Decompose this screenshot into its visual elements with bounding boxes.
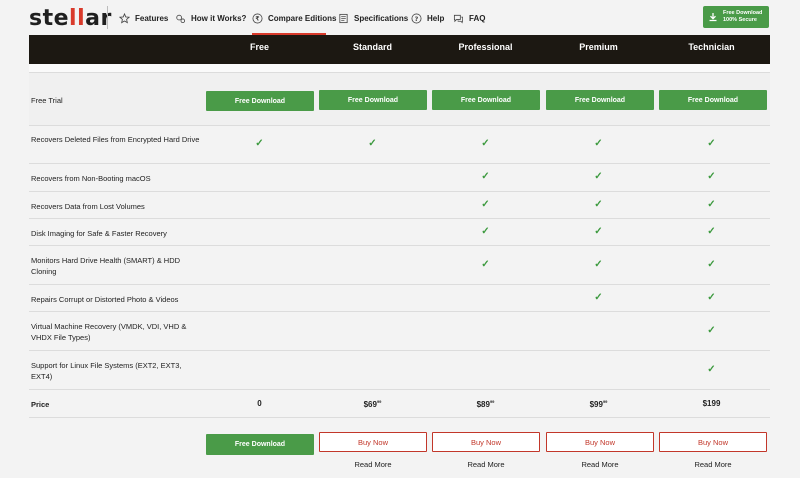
feature-label: Recovers Deleted Files from Encrypted Ha… — [31, 135, 200, 144]
check-icon: ✓ — [481, 138, 490, 149]
free-trial-technician-download-button[interactable]: Free Download — [659, 90, 767, 110]
check-icon: ✓ — [594, 199, 603, 210]
nav-features[interactable]: Features — [119, 11, 168, 25]
svg-text:?: ? — [415, 14, 419, 22]
feature-label: Virtual Machine Recovery (VMDK, VDI, VHD… — [31, 322, 187, 342]
free-trial-free-download-button[interactable]: Free Download — [206, 91, 314, 111]
check-icon: ✓ — [594, 226, 603, 237]
check-icon: ✓ — [707, 259, 716, 270]
feature-label: Repairs Corrupt or Distorted Photo & Vid… — [31, 295, 179, 304]
feature-label: Support for Linux File Systems (EXT2, EX… — [31, 361, 182, 381]
buy-now-premium-button[interactable]: Buy Now — [546, 432, 654, 452]
edition-header-free: Free — [249, 42, 269, 52]
feature-label: Recovers Data from Lost Volumes — [31, 202, 145, 211]
check-icon: ✓ — [481, 259, 490, 270]
check-icon: ✓ — [707, 171, 716, 182]
check-icon: ✓ — [707, 325, 716, 336]
feature-label: Recovers from Non-Booting macOS — [31, 174, 151, 183]
site-header: stellar Features How it Works? ₹ Compare… — [0, 0, 800, 35]
check-icon: ✓ — [707, 199, 716, 210]
star-icon — [119, 12, 130, 23]
price-label: Price — [31, 400, 50, 409]
check-icon: ✓ — [707, 292, 716, 303]
nav-help[interactable]: ? Help — [411, 11, 444, 25]
free-trial-label: Free Trial — [31, 96, 63, 105]
svg-text:₹: ₹ — [255, 15, 259, 22]
gears-icon — [176, 14, 186, 23]
check-icon: ✓ — [594, 259, 603, 270]
read-more-standard-link[interactable]: Read More — [319, 460, 427, 469]
check-icon: ✓ — [481, 226, 490, 237]
check-icon: ✓ — [594, 292, 603, 303]
free-trial-standard-download-button[interactable]: Free Download — [319, 90, 427, 110]
stellar-logo[interactable]: stellar — [29, 6, 112, 31]
price-cell: 0 — [257, 399, 262, 408]
read-more-technician-link[interactable]: Read More — [659, 460, 767, 469]
header-spacer — [29, 64, 770, 73]
document-icon — [339, 13, 348, 23]
check-icon: ✓ — [707, 226, 716, 237]
feature-label: Disk Imaging for Safe & Faster Recovery — [31, 229, 167, 238]
check-icon: ✓ — [255, 138, 264, 149]
check-icon: ✓ — [707, 364, 716, 375]
buy-now-standard-button[interactable]: Buy Now — [319, 432, 427, 452]
read-more-professional-link[interactable]: Read More — [432, 460, 540, 469]
edition-header-premium: Premium — [579, 42, 618, 52]
check-icon: ✓ — [481, 199, 490, 210]
free-trial-professional-download-button[interactable]: Free Download — [432, 90, 540, 110]
help-icon: ? — [411, 13, 422, 23]
edition-header-standard: Standard — [352, 42, 392, 52]
check-icon: ✓ — [594, 138, 603, 149]
nav-compare-editions[interactable]: ₹ Compare Editions — [252, 11, 336, 25]
feature-label: Monitors Hard Drive Health (SMART) & HDD… — [31, 256, 181, 276]
currency-icon: ₹ — [252, 13, 263, 23]
nav-faq[interactable]: FAQ — [453, 11, 485, 25]
bottom-free-download-button[interactable]: Free Download — [206, 434, 314, 455]
price-cell: $9999 — [589, 399, 608, 409]
nav-specifications[interactable]: Specifications — [338, 11, 408, 25]
check-icon: ✓ — [368, 138, 377, 149]
price-cell: $6999 — [363, 399, 382, 409]
header-free-download-button[interactable]: Free Download 100% Secure — [703, 6, 769, 28]
read-more-premium-link[interactable]: Read More — [546, 460, 654, 469]
price-cell: $8999 — [476, 399, 495, 409]
nav-how-it-works[interactable]: How it Works? — [175, 11, 246, 25]
chat-icon — [453, 14, 463, 24]
logo-divider — [107, 6, 108, 29]
check-icon: ✓ — [594, 171, 603, 182]
edition-header-professional: Professional — [458, 42, 513, 52]
buy-now-technician-button[interactable]: Buy Now — [659, 432, 767, 452]
price-cell: $199 — [702, 399, 721, 408]
download-icon — [709, 13, 717, 22]
check-icon: ✓ — [481, 171, 490, 182]
buy-now-professional-button[interactable]: Buy Now — [432, 432, 540, 452]
free-trial-premium-download-button[interactable]: Free Download — [546, 90, 654, 110]
edition-header-technician: Technician — [688, 42, 735, 52]
check-icon: ✓ — [707, 138, 716, 149]
